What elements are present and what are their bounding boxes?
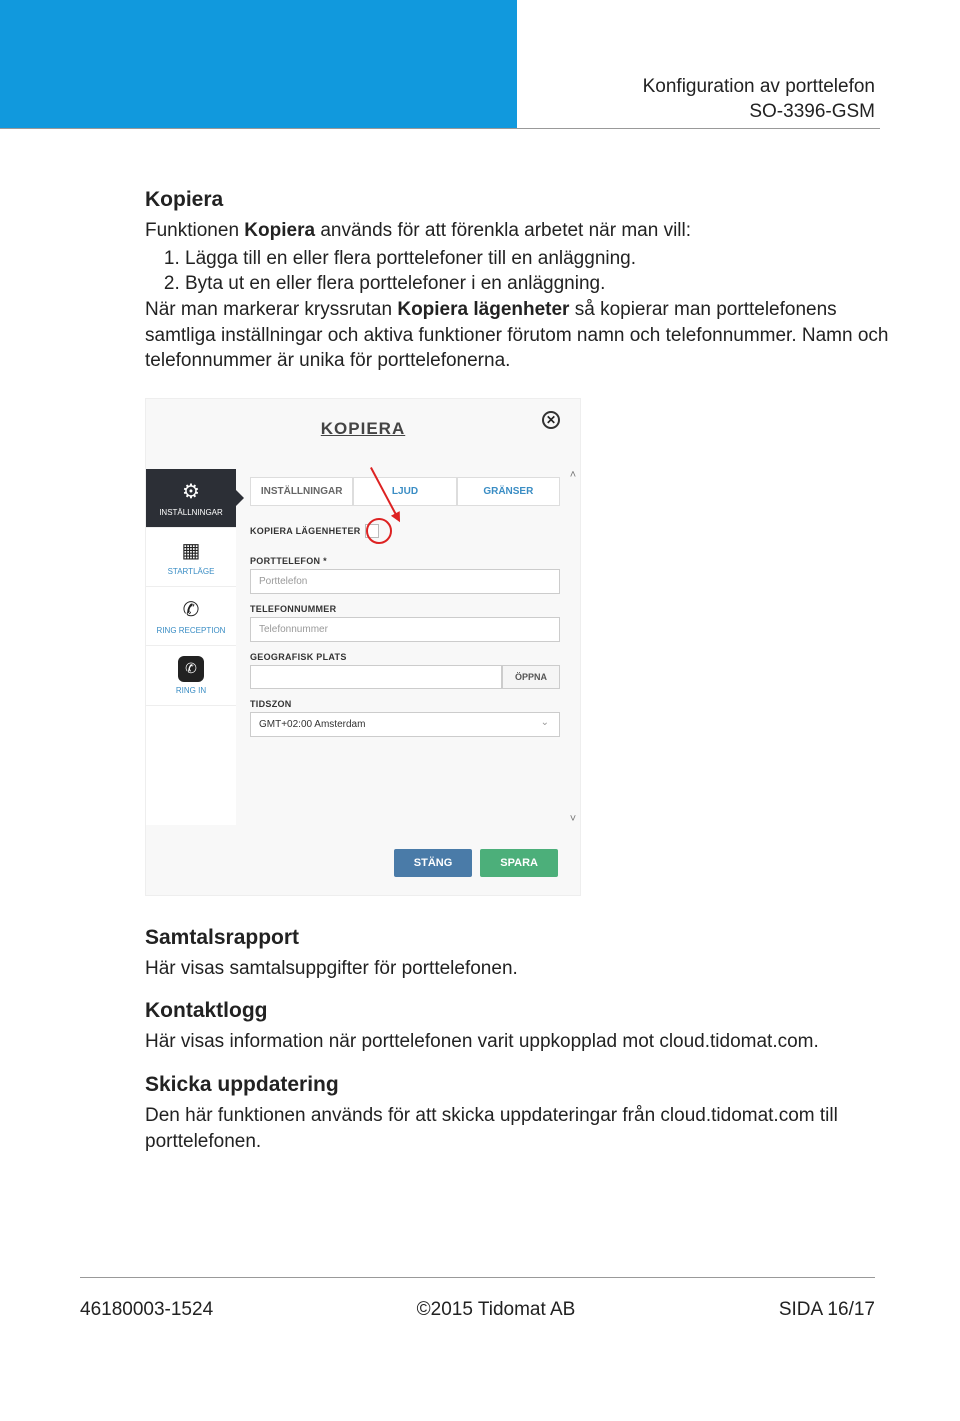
sidebar-item-ringin[interactable]: ✆ RING IN [146, 646, 236, 706]
porttelefon-label: PORTTELEFON * [250, 556, 560, 566]
header-info: Konfiguration av porttelefon SO-3396-GSM [643, 75, 875, 124]
sidebar-nav: ⚙ INSTÄLLNINGAR ▦ STARTLÄGE ✆ RING RECEP… [146, 469, 236, 825]
header-divider [0, 128, 880, 129]
dialog-title: KOPIERA [146, 399, 580, 439]
heading-samtalsrapport: Samtalsrapport [145, 926, 900, 950]
sidebar-item-settings[interactable]: ⚙ INSTÄLLNINGAR [146, 469, 236, 528]
telefonnummer-input[interactable]: Telefonnummer [250, 617, 560, 642]
list-item: Lägga till en eller flera porttelefoner … [185, 246, 900, 272]
heading-kopiera: Kopiera [145, 188, 900, 212]
close-button[interactable]: STÄNG [394, 849, 473, 877]
building-icon: ▦ [148, 538, 234, 563]
phone-in-icon: ✆ [148, 656, 234, 682]
tab-granser[interactable]: GRÄNSER [457, 477, 560, 506]
dialog-footer: STÄNG SPARA [394, 849, 558, 877]
tab-ljud[interactable]: LJUD [353, 477, 456, 506]
tab-bar: INSTÄLLNINGAR LJUD GRÄNSER [250, 477, 560, 506]
sidebar-item-startlage[interactable]: ▦ STARTLÄGE [146, 528, 236, 587]
close-icon[interactable]: ✕ [542, 411, 560, 429]
kopiera-intro: Funktionen Kopiera används för att fören… [145, 218, 900, 244]
gear-icon: ⚙ [148, 479, 234, 504]
tidszon-label: TIDSZON [250, 699, 560, 709]
kontaktlogg-text: Här visas information när porttelefonen … [145, 1029, 900, 1055]
copyright: ©2015 Tidomat AB [417, 1299, 576, 1321]
dialog-main: INSTÄLLNINGAR LJUD GRÄNSER KOPIERA LÄGEN… [236, 469, 580, 825]
app-screenshot: ✕ KOPIERA ⚙ INSTÄLLNINGAR ▦ STARTLÄGE ✆ … [145, 398, 581, 896]
porttelefon-input[interactable]: Porttelefon [250, 569, 560, 594]
tab-settings[interactable]: INSTÄLLNINGAR [250, 477, 353, 506]
skicka-text: Den här funktionen används för att skick… [145, 1103, 900, 1154]
list-item: Byta ut en eller flera porttelefoner i e… [185, 271, 900, 297]
doc-title: Konfiguration av porttelefon [643, 75, 875, 100]
chevron-down-icon[interactable]: ˅ [570, 813, 576, 825]
save-button[interactable]: SPARA [480, 849, 558, 877]
sidebar-item-reception[interactable]: ✆ RING RECEPTION [146, 587, 236, 646]
scrollbar[interactable]: ˄ ˅ [568, 469, 578, 825]
doc-model: SO-3396-GSM [643, 100, 875, 125]
page-number: SIDA 16/17 [779, 1299, 875, 1321]
samtalsrapport-text: Här visas samtalsuppgifter för porttelef… [145, 956, 900, 982]
geografisk-input[interactable] [250, 665, 502, 689]
open-button[interactable]: ÖPPNA [502, 665, 560, 689]
kopiera-list: Lägga till en eller flera porttelefoner … [185, 246, 900, 297]
footer-divider [80, 1277, 875, 1278]
heading-skicka: Skicka uppdatering [145, 1073, 900, 1097]
annotation-circle [366, 518, 392, 544]
copy-apartments-row: KOPIERA LÄGENHETER [250, 524, 560, 538]
copy-apartments-label: KOPIERA LÄGENHETER [250, 526, 361, 536]
heading-kontaktlogg: Kontaktlogg [145, 999, 900, 1023]
page-footer: 46180003-1524 ©2015 Tidomat AB SIDA 16/1… [80, 1299, 875, 1321]
geografisk-label: GEOGRAFISK PLATS [250, 652, 560, 662]
chevron-up-icon[interactable]: ˄ [570, 469, 576, 481]
kopiera-para2: När man markerar kryssrutan Kopiera läge… [145, 297, 900, 374]
header-blue-block [0, 0, 517, 128]
telefonnummer-label: TELEFONNUMMER [250, 604, 560, 614]
tidszon-select[interactable]: GMT+02:00 Amsterdam [250, 712, 560, 737]
phone-icon: ✆ [148, 597, 234, 622]
doc-number: 46180003-1524 [80, 1299, 213, 1321]
